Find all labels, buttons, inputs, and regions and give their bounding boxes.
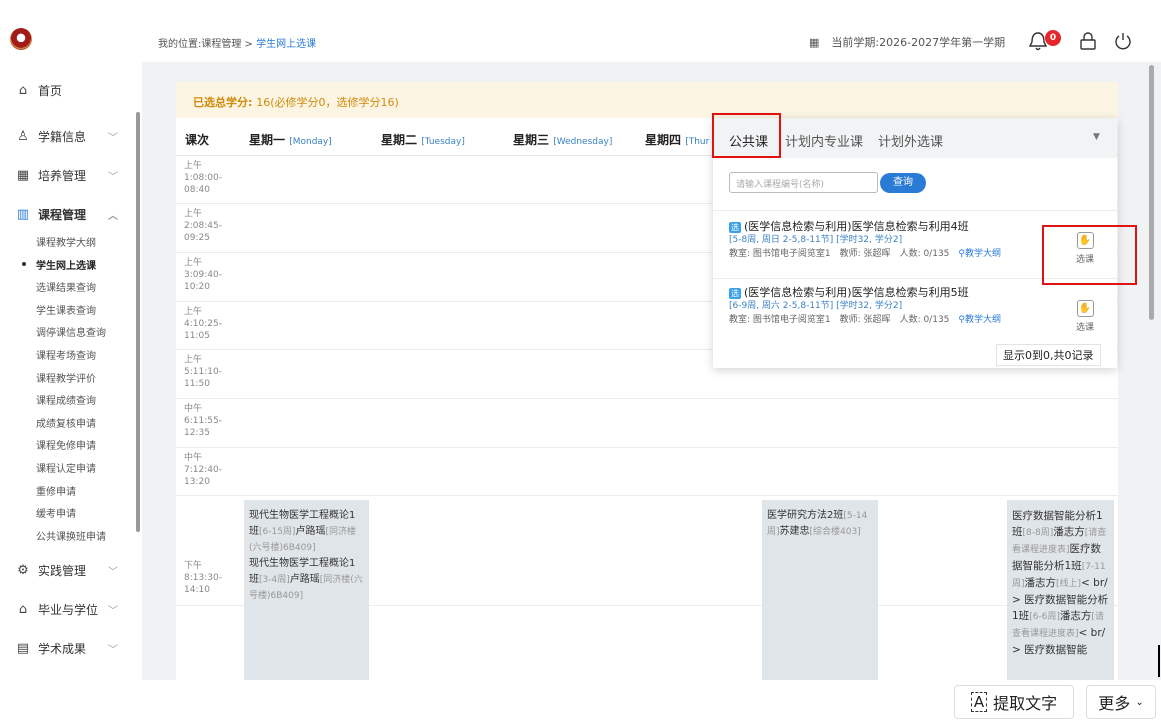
sidebar-item-graduation[interactable]: ⌂ 毕业与学位 ﹀	[16, 601, 118, 618]
tab-planned-major-course[interactable]: 计划内专业课	[785, 131, 863, 150]
sidebar-subitem[interactable]: 课程成绩查询	[36, 392, 96, 407]
timetable-row: 中午 6:11:55- 12:35	[176, 399, 1118, 448]
select-course-button[interactable]: ✋ 选课	[1070, 300, 1100, 336]
sidebar-item-course-management[interactable]: ▥ 课程管理 ︿	[16, 206, 118, 223]
elective-tag: 选	[729, 288, 741, 299]
elective-tag: 选	[729, 222, 741, 233]
course-search-input[interactable]: 请输入课程编号(名称)	[729, 172, 878, 193]
syllabus-link[interactable]: ⚲教学大纲	[958, 315, 1001, 325]
column-header-monday: 星期一 [Monday]	[249, 133, 332, 147]
pagination-info: 显示0到0,共0记录	[996, 344, 1101, 366]
tab-unplanned-course[interactable]: 计划外选课	[878, 131, 943, 150]
course-title: (医学信息检索与利用)医学信息检索与利用5班	[744, 286, 969, 299]
course-meta: [6-9周, 周六 2-5,8-11节] [学时32, 学分2]	[729, 301, 903, 311]
breadcrumb-current[interactable]: 学生网上选课	[256, 39, 316, 50]
breadcrumb: 我的位置:课程管理 > 学生网上选课	[158, 39, 317, 50]
chevron-down-icon: ﹀	[108, 133, 118, 144]
caret-down-icon[interactable]: ▼	[1093, 132, 1100, 142]
sidebar-subitem[interactable]: 选课结果查询	[36, 279, 96, 294]
course-info: 教室: 图书馆电子阅览室1 教师: 张超晖 人数: 0/135 ⚲教学大纲	[729, 315, 1002, 325]
sidebar-subitem[interactable]: 课程考场查询	[36, 347, 96, 362]
column-header-tuesday: 星期二 [Tuesday]	[381, 133, 465, 147]
chevron-down-icon: ﹀	[108, 567, 118, 578]
course-item: 选 (医学信息检索与利用)医学信息检索与利用5班 [6-9周, 周六 2-5,8-…	[729, 286, 1059, 327]
syllabus-link[interactable]: ⚲教学大纲	[958, 249, 1001, 259]
sidebar-subitem[interactable]: 重修申请	[36, 483, 76, 498]
more-button[interactable]: 更多 ⌄	[1086, 685, 1156, 719]
timetable-row: 中午 7:12:40- 13:20	[176, 448, 1118, 496]
top-header: 我的位置:课程管理 > 学生网上选课 ▦ 当前学期:2026-2027学年第一学…	[142, 22, 1161, 62]
books-icon: ▥	[16, 206, 30, 222]
page-scrollbar[interactable]	[1149, 65, 1154, 320]
sidebar-subitem[interactable]: 缓考申请	[36, 505, 76, 520]
user-icon: ♙	[17, 128, 29, 144]
search-button[interactable]: 查询	[880, 173, 926, 193]
sidebar-subitem[interactable]: 成绩复核申请	[36, 415, 96, 430]
course-item: 选 (医学信息检索与利用)医学信息检索与利用4班 [5-8周, 周日 2-5,8-…	[729, 220, 1059, 261]
course-cell-monday[interactable]: 现代生物医学工程概论1班[6-15周]卢路瑶[同济楼(六号楼)6B409] 现代…	[244, 500, 369, 680]
lock-icon[interactable]	[1079, 32, 1097, 50]
sidebar-subitem[interactable]: 课程教学大纲	[36, 234, 96, 249]
sidebar-scrollbar[interactable]	[136, 112, 140, 532]
sidebar-subitem[interactable]: 课程认定申请	[36, 460, 96, 475]
course-info: 教室: 图书馆电子阅览室1 教师: 张超晖 人数: 0/135 ⚲教学大纲	[729, 249, 1002, 259]
column-header-thursday: 星期四 [Thur	[645, 133, 710, 147]
settings-icon: ⚙	[17, 562, 29, 578]
hand-icon: ✋	[1076, 300, 1094, 317]
chevron-down-icon: ﹀	[108, 606, 118, 617]
extract-text-button[interactable]: A 提取文字	[954, 685, 1074, 719]
sidebar-subitem[interactable]: 课程免修申请	[36, 437, 96, 452]
sidebar-subitem[interactable]: 公共课换班申请	[36, 528, 106, 543]
chevron-up-icon: ︿	[108, 211, 118, 222]
sidebar: ⌂ 首页 ♙ 学籍信息 ﹀ ▦ 培养管理 ﹀ ▥ 课程管理 ︿ 课程教学大纲 学…	[0, 0, 142, 680]
graduation-icon: ⌂	[18, 601, 28, 617]
highlight-box-select-button	[1042, 225, 1137, 285]
sidebar-item-student-info[interactable]: ♙ 学籍信息 ﹀	[16, 128, 118, 145]
sidebar-item-home[interactable]: ⌂ 首页	[16, 82, 62, 99]
calendar-icon: ▦	[809, 35, 820, 49]
sidebar-item-practice[interactable]: ⚙ 实践管理 ﹀	[16, 562, 118, 579]
document-icon: ▤	[16, 640, 30, 656]
chevron-down-icon: ⌄	[1135, 696, 1144, 708]
divider	[713, 210, 1117, 211]
home-icon: ⌂	[18, 82, 28, 98]
chevron-down-icon: ﹀	[108, 645, 118, 656]
chart-icon: ▦	[16, 167, 30, 183]
course-meta: [5-8周, 周日 2-5,8-11节] [学时32, 学分2]	[729, 235, 903, 245]
sidebar-subitem[interactable]: 调停课信息查询	[36, 324, 106, 339]
sidebar-subitem-active[interactable]: 学生网上选课	[22, 257, 96, 272]
credit-notice: 已选总学分: 16(必修学分0，选修学分16)	[176, 82, 1118, 118]
chevron-down-icon: ﹀	[108, 172, 118, 183]
sidebar-subitem[interactable]: 学生课表查询	[36, 302, 96, 317]
column-header-wednesday: 星期三 [Wednesday]	[513, 133, 613, 147]
course-cell-thursday[interactable]: 医学研究方法2班[5-14周]苏建忠[综合楼403]	[762, 500, 878, 680]
course-title: (医学信息检索与利用)医学信息检索与利用4班	[744, 220, 969, 233]
text-recognition-icon: A	[970, 692, 988, 712]
sidebar-subitem[interactable]: 课程教学评价	[36, 370, 96, 385]
sidebar-item-training[interactable]: ▦ 培养管理 ﹀	[16, 167, 118, 184]
course-cell-sunday[interactable]: 医疗数据智能分析1班[8-8周]潘志方[请查看课程进度表]医疗数据智能分析1班[…	[1007, 500, 1114, 680]
notification-badge: 0	[1045, 30, 1061, 46]
sidebar-item-academic[interactable]: ▤ 学术成果 ﹀	[16, 640, 118, 657]
semester-display: ▦ 当前学期:2026-2027学年第一学期	[809, 35, 1006, 50]
power-icon[interactable]	[1114, 32, 1132, 50]
column-header-period: 课次	[185, 133, 210, 147]
university-logo	[10, 28, 32, 50]
highlight-box-public-tab	[712, 113, 781, 158]
text-cursor	[1158, 645, 1160, 677]
app-window: ⌂ 首页 ♙ 学籍信息 ﹀ ▦ 培养管理 ﹀ ▥ 课程管理 ︿ 课程教学大纲 学…	[0, 0, 1161, 723]
